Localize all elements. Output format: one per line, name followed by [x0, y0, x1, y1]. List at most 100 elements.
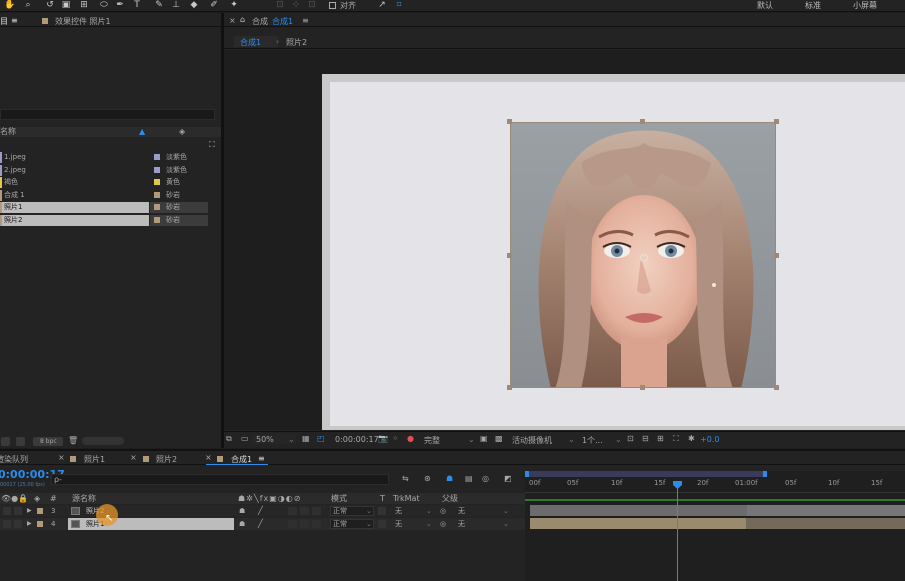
- zoom-tool-icon[interactable]: ⌕: [22, 0, 34, 11]
- playhead-line[interactable]: [677, 481, 678, 581]
- col-t[interactable]: T: [380, 493, 385, 504]
- layer-row[interactable]: ▶ 3 照片2 ☗ ╱ 正常 ⌄ 无 ⌄ ◎ 无 ⌄: [0, 505, 525, 517]
- handle-tc[interactable]: [640, 119, 645, 124]
- ellipse-tool-icon[interactable]: ⬭: [98, 0, 110, 11]
- label-swatch[interactable]: [154, 216, 160, 223]
- handle-bl[interactable]: [507, 385, 512, 390]
- zoom-dropdown[interactable]: 50%: [256, 435, 274, 444]
- puppet-pin-tool-icon[interactable]: ✦: [228, 0, 240, 11]
- layer-visibility-box[interactable]: [3, 507, 11, 515]
- channel-icon[interactable]: ●: [407, 434, 414, 443]
- parent-dropdown[interactable]: 无: [458, 518, 465, 530]
- crumb-photo2[interactable]: 照片2: [286, 37, 307, 48]
- handle-br[interactable]: [774, 385, 779, 390]
- work-area-bar[interactable]: [527, 471, 767, 477]
- flowchart-view-icon[interactable]: ⛶: [673, 434, 679, 444]
- layer-label-swatch[interactable]: [37, 521, 43, 527]
- stamp-tool-icon[interactable]: ⊥: [170, 0, 182, 11]
- label-swatch[interactable]: [154, 179, 160, 185]
- crumb-comp1[interactable]: 合成1: [240, 37, 261, 48]
- parent-pickwhip-icon[interactable]: ◎: [440, 518, 446, 530]
- label-swatch[interactable]: [154, 154, 160, 160]
- monitor-icon[interactable]: ▭: [241, 434, 249, 443]
- portrait-layer[interactable]: [510, 122, 776, 388]
- handle-tl[interactable]: [507, 119, 512, 124]
- col-mode[interactable]: 模式: [331, 493, 347, 504]
- timeline-menu-icon[interactable]: ≡: [258, 454, 265, 463]
- pen-tool-icon[interactable]: ✒: [114, 0, 126, 11]
- brush-tool-icon[interactable]: ✎: [153, 0, 165, 11]
- shy-switch-icon[interactable]: ☗: [239, 505, 245, 517]
- layer-solo-box[interactable]: [14, 520, 22, 528]
- parent-dropdown[interactable]: 无: [458, 505, 465, 517]
- quality-switch-icon[interactable]: ╱: [258, 505, 263, 517]
- handle-mr[interactable]: [774, 253, 779, 258]
- project-tab[interactable]: 目: [0, 16, 8, 27]
- comp-mini-flowchart-icon[interactable]: ⇆: [402, 474, 409, 483]
- handle-bc[interactable]: [640, 385, 645, 390]
- new-comp-icon[interactable]: [16, 437, 25, 446]
- shy-switch-icon[interactable]: ☗: [239, 518, 245, 530]
- exposure-value[interactable]: +0.0: [700, 435, 719, 444]
- project-item[interactable]: 1.jpeg 淡紫色: [0, 152, 210, 163]
- timeline-search-input[interactable]: ρ-: [51, 474, 389, 485]
- show-snapshot-icon[interactable]: ✧: [392, 434, 399, 443]
- toggle-pixel-icon[interactable]: ⊡: [627, 434, 634, 443]
- motion-blur-icon[interactable]: ◎: [482, 474, 489, 483]
- handle-ml[interactable]: [507, 253, 512, 258]
- comp-tab-active[interactable]: 合成1: [272, 16, 293, 27]
- layer-solo-box[interactable]: [14, 507, 22, 515]
- tab-render-queue[interactable]: 渲染队列: [0, 454, 28, 465]
- draft-3d-icon[interactable]: ⊛: [424, 474, 431, 483]
- workspace-small-screen[interactable]: 小屏幕: [853, 0, 877, 11]
- preserve-transparency-box[interactable]: [378, 507, 386, 515]
- col-source-name[interactable]: 源名称: [72, 493, 96, 504]
- transparency-grid-icon[interactable]: ▩: [495, 434, 503, 443]
- roto-brush-tool-icon[interactable]: ✐: [208, 0, 220, 11]
- graph-editor-icon[interactable]: ◩: [504, 474, 512, 483]
- blend-mode-dropdown[interactable]: 正常: [333, 505, 347, 517]
- world-axis-icon[interactable]: ⊹: [290, 0, 302, 11]
- label-tag-icon[interactable]: ◈: [179, 127, 185, 137]
- snapshot-icon[interactable]: 📷: [378, 434, 388, 443]
- snap-icon[interactable]: ↗: [376, 0, 388, 11]
- blend-mode-dropdown[interactable]: 正常: [333, 518, 347, 530]
- preserve-transparency-box[interactable]: [378, 520, 386, 528]
- quality-switch-icon[interactable]: ╱: [258, 518, 263, 530]
- col-parent[interactable]: 父级: [442, 493, 458, 504]
- handle-tr[interactable]: [774, 119, 779, 124]
- views-dropdown[interactable]: 1个...: [582, 435, 603, 446]
- effects-controls-tab[interactable]: 效果控件 照片1: [55, 16, 111, 27]
- always-preview-icon[interactable]: ⧉: [226, 434, 232, 444]
- layer-row[interactable]: ▶ 4 照片1 ☗ ╱ 正常 ⌄ 无 ⌄ ◎ 无 ⌄: [0, 518, 525, 530]
- time-ruler-area[interactable]: [525, 471, 905, 581]
- time-ruler[interactable]: [525, 479, 905, 493]
- label-swatch[interactable]: [154, 166, 160, 173]
- close-tab-icon[interactable]: ×: [229, 16, 236, 25]
- col-trkmat[interactable]: TrkMat: [393, 493, 420, 504]
- project-item[interactable]: 照片2 砂岩: [0, 214, 210, 226]
- camera-tool-icon[interactable]: ▣: [60, 0, 72, 11]
- expand-layer-icon[interactable]: ▶: [27, 518, 32, 530]
- col-name[interactable]: 名称: [0, 127, 16, 137]
- parent-pickwhip-icon[interactable]: ◎: [440, 505, 446, 517]
- comp-timecode[interactable]: 0:00:00:17: [335, 435, 379, 444]
- eraser-tool-icon[interactable]: ◆: [188, 0, 200, 11]
- panel-menu-icon[interactable]: ≡: [11, 16, 18, 25]
- pan-behind-tool-icon[interactable]: ⊞: [78, 0, 90, 11]
- label-column-icon[interactable]: ◈: [34, 493, 40, 504]
- project-search-input[interactable]: [0, 109, 215, 120]
- hand-tool-icon[interactable]: ✋: [4, 0, 16, 11]
- comp-viewer[interactable]: [224, 50, 905, 430]
- camera-dropdown[interactable]: 活动摄像机: [512, 435, 552, 446]
- tab-photo1[interactable]: 照片1: [84, 454, 105, 465]
- region-icon[interactable]: ▣: [480, 434, 488, 443]
- align-checkbox[interactable]: [329, 2, 336, 9]
- exposure-reset-icon[interactable]: ✱: [688, 434, 695, 443]
- fast-preview-icon[interactable]: ⊟: [642, 434, 649, 443]
- trkmat-dropdown[interactable]: 无: [395, 518, 402, 530]
- resolution-dropdown[interactable]: 完整: [424, 435, 440, 446]
- workspace-standard[interactable]: 标准: [805, 0, 821, 11]
- text-tool-icon[interactable]: T: [131, 0, 143, 11]
- shy-layers-icon[interactable]: ☗: [446, 474, 453, 483]
